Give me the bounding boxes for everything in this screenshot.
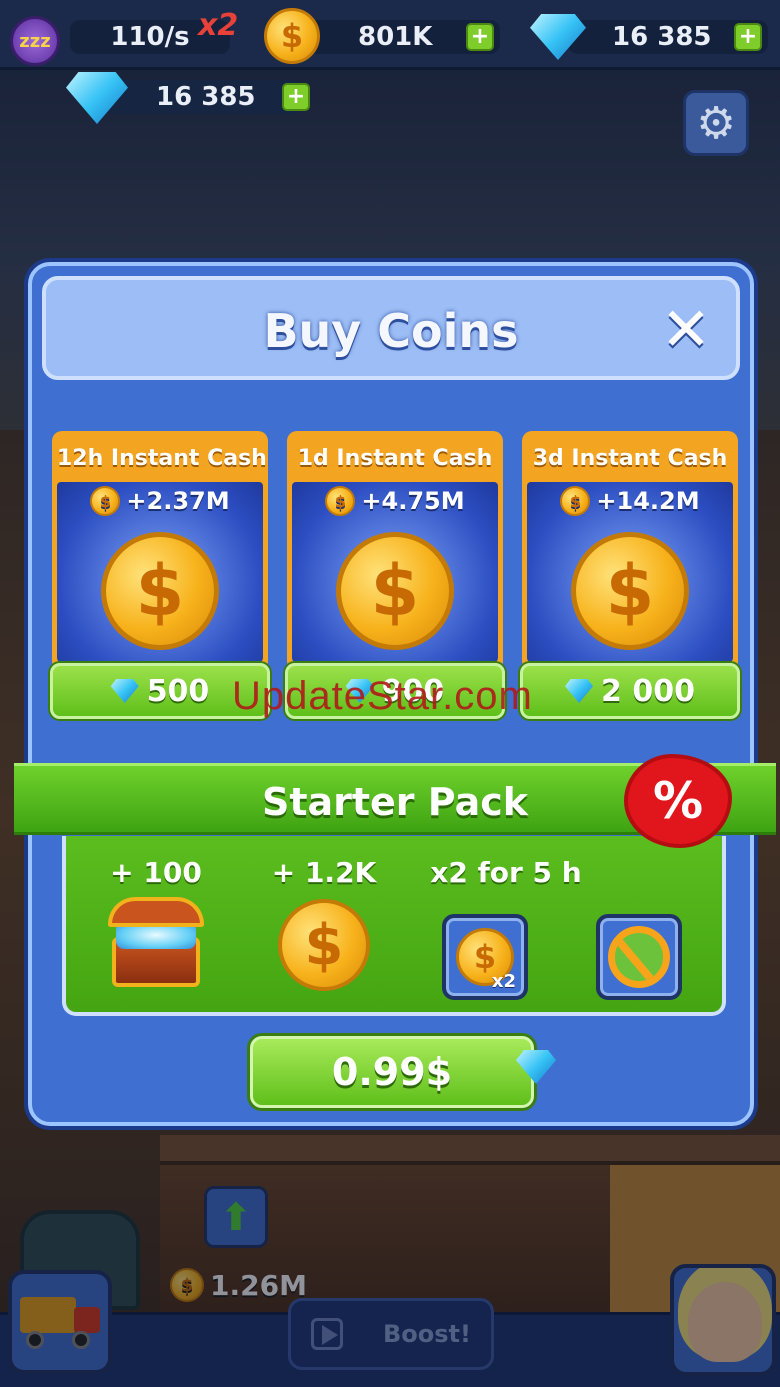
treasure-chest-icon [104,897,208,987]
offer-amount: $ +2.37M [57,486,263,516]
modal-header: Buy Coins ✕ [42,276,740,380]
offer-title: 3d Instant Cash [532,446,728,471]
no-ads-tile [596,914,682,1000]
close-button[interactable]: ✕ [658,300,714,360]
gems-pill: 16 385 + [530,14,768,60]
gem-icon [110,679,139,703]
offer-amount: $ +4.75M [292,486,498,516]
reward-boost-label: x2 for 5 h [430,856,582,889]
add-gems-secondary-button[interactable]: + [282,83,310,111]
offer-amount: $ +14.2M [527,486,733,516]
big-coin-icon: $ [571,532,689,650]
sale-badge-icon: % [628,758,728,844]
coin-icon: $ [560,486,591,516]
coin-icon: $ [325,486,356,516]
buy-3d-button[interactable]: 2 000 [520,663,740,719]
coin-icon: $ [278,899,370,991]
no-ads-icon [608,926,670,988]
coins-pill: $ 801K + [264,8,500,64]
top-hud: zzz 110/s x2 $ 801K + 16 385 + [0,0,780,70]
modal-title: Buy Coins [263,304,519,358]
offer-title: 1d Instant Cash [297,446,493,471]
gem-icon [565,679,594,703]
big-coin-icon: $ [336,532,454,650]
reward-coins: + 1.2K $ [264,856,384,991]
coin-icon: $ [264,8,320,64]
offer-title: 12h Instant Cash [57,446,267,471]
gem-icon [530,14,586,60]
big-coin-icon: $ [101,532,219,650]
gems-value: 16 385 [612,22,712,52]
reward-boost: x2 for 5 h [416,856,596,889]
boost-x2-label: x2 [491,971,516,992]
add-coins-button[interactable]: + [466,23,494,51]
coin-icon: $ [90,486,121,516]
gear-icon: ⚙ [696,97,736,149]
offer-card-3d[interactable]: 3d Instant Cash $ +14.2M $ 2 000 [520,431,740,721]
x2-boost-tile: $ x2 [442,914,528,1000]
gems-secondary-pill: 16 385 + [66,72,310,124]
reward-coins-label: + 1.2K [271,856,377,889]
income-rate: 110/s [110,22,190,52]
gems-secondary-value: 16 385 [156,82,256,112]
starter-pack-box: + 100 + 1.2K $ x2 for 5 h $ x2 [62,836,726,1016]
add-gems-button[interactable]: + [734,23,762,51]
reward-gems: + 100 [96,856,216,987]
buy-coins-modal: Buy Coins ✕ 12h Instant Cash $ +2.37M $ … [14,262,776,1126]
watermark: UpdateStar.com [232,674,533,718]
buy-starter-pack-button[interactable]: 0.99$ [250,1036,534,1108]
sleep-icon[interactable]: zzz [10,16,60,66]
multiplier-badge: x2 [198,8,239,43]
coins-value: 801K [358,22,433,52]
settings-button[interactable]: ⚙ [683,90,749,156]
reward-gems-label: + 100 [110,856,202,889]
